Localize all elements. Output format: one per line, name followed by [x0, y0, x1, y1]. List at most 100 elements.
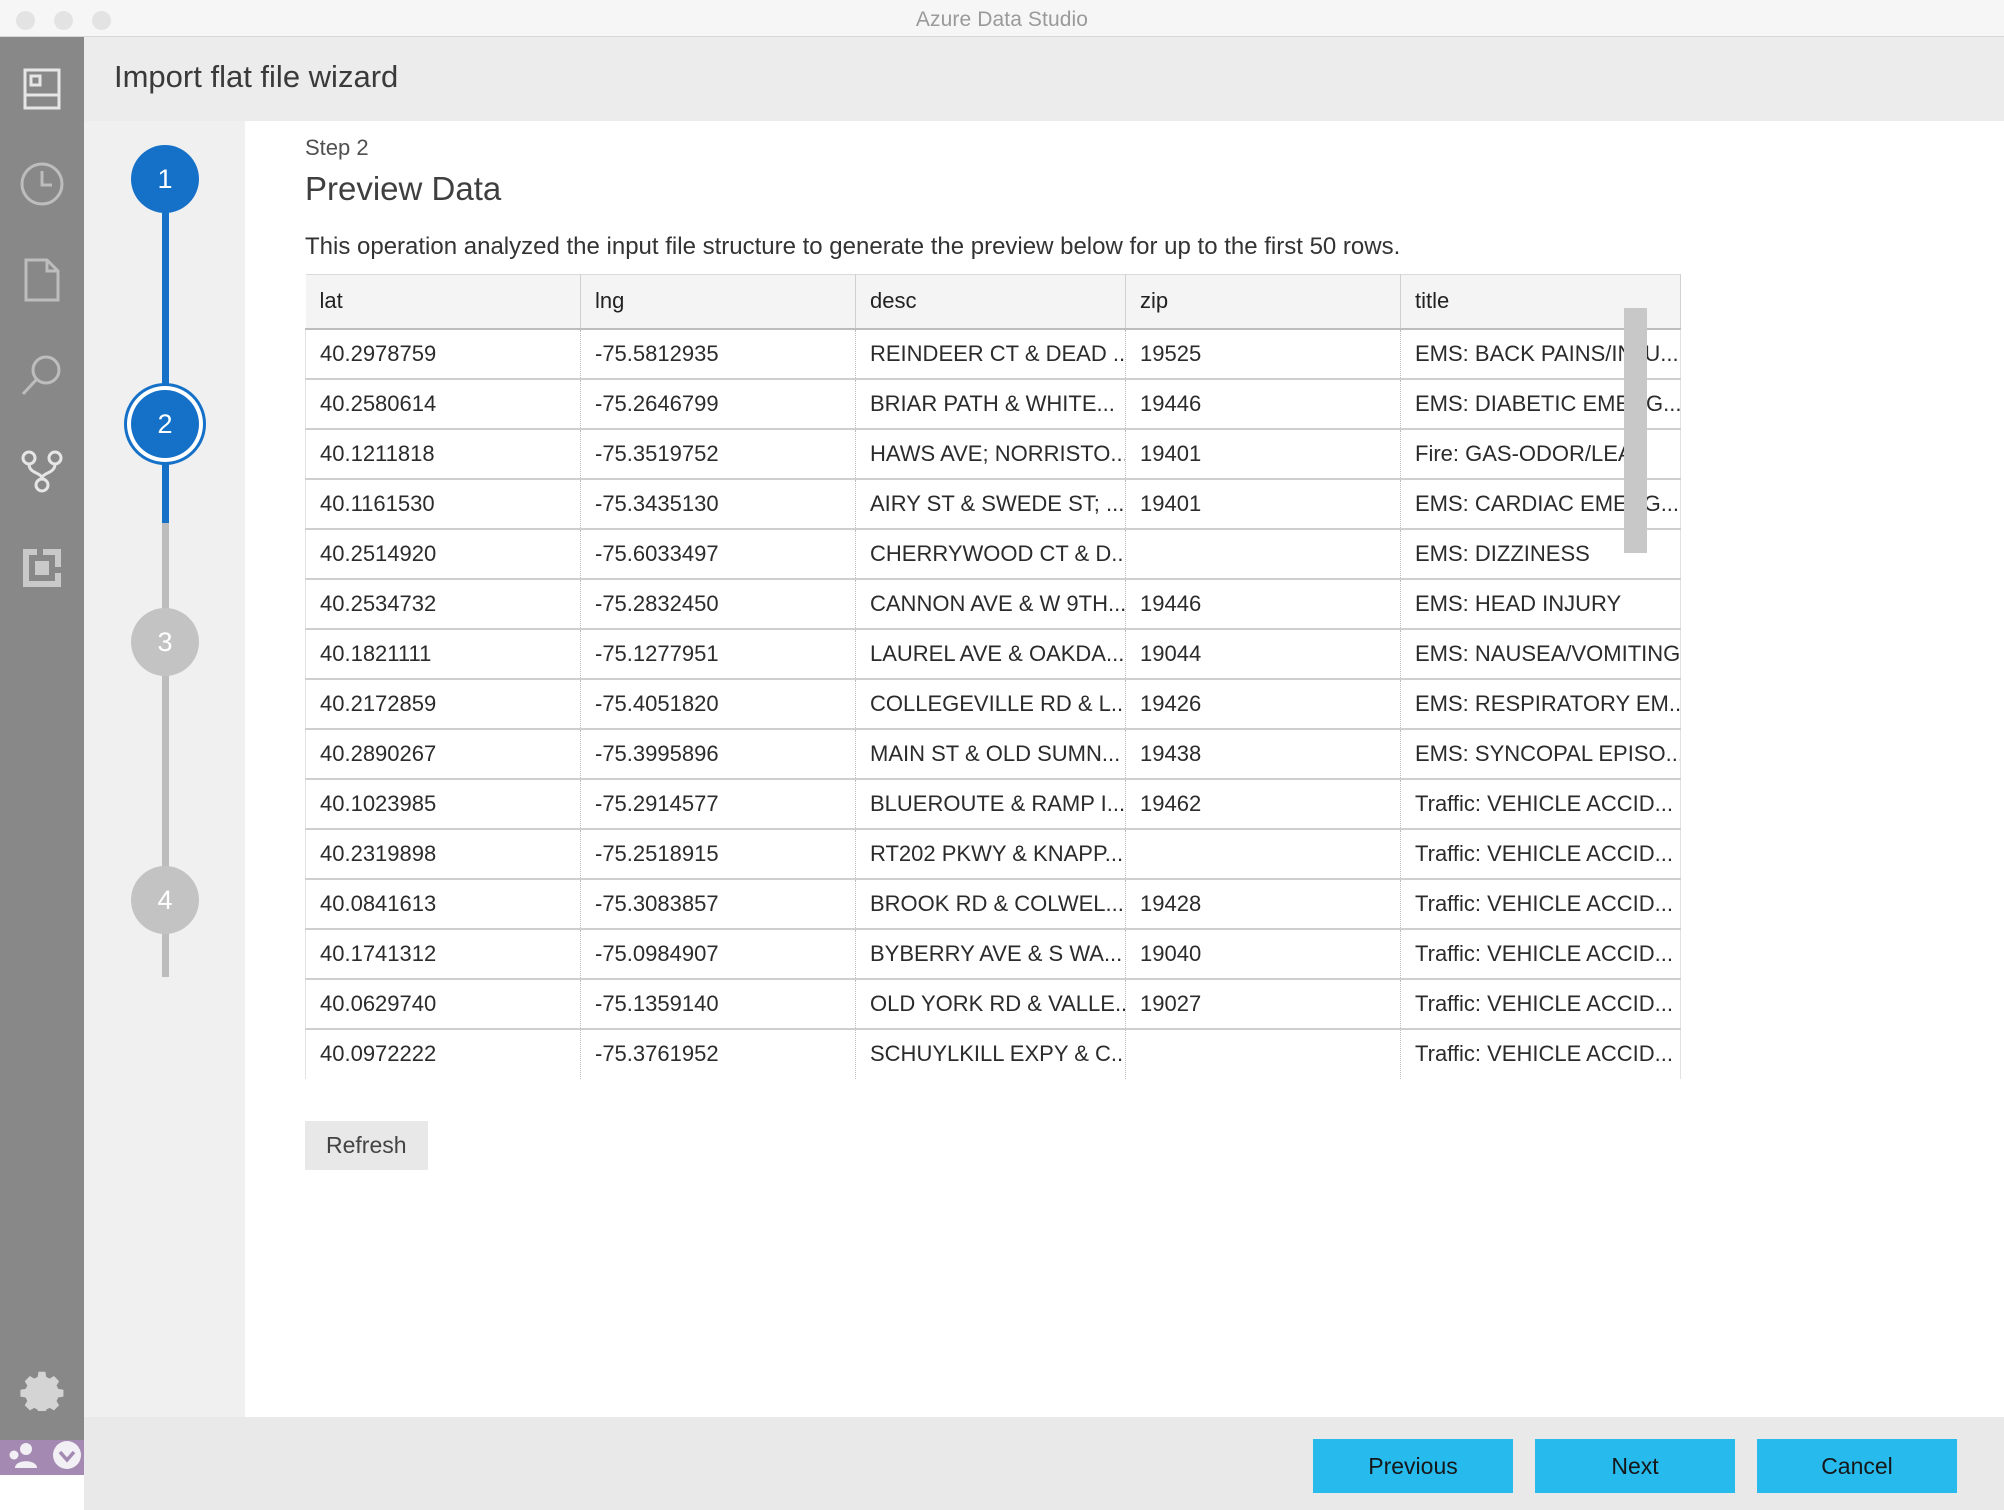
activity-item-extensions[interactable] — [0, 526, 84, 610]
table-row[interactable]: 40.1741312 -75.0984907 BYBERRY AVE & S WA.… — [305, 928, 1681, 980]
footer-button-group: Previous Next Cancel — [1313, 1439, 1957, 1493]
cell-zip: 19027 — [1125, 978, 1401, 1030]
cell-desc: SCHUYLKILL EXPY & C... — [855, 1028, 1126, 1079]
wizard-step-4[interactable]: 4 — [131, 866, 199, 934]
search-magnifier-icon — [19, 353, 65, 399]
cell-lat: 40.1821111 — [305, 628, 581, 680]
cell-desc: BROOK RD & COLWEL... — [855, 878, 1126, 930]
accounts-person-icon[interactable] — [8, 1442, 40, 1473]
cell-lat: 40.2172859 — [305, 678, 581, 730]
table-body: 40.2978759 -75.5812935 REINDEER CT & DEAD … — [305, 328, 1681, 1079]
cell-desc: COLLEGEVILLE RD & L... — [855, 678, 1126, 730]
cell-zip: 19401 — [1125, 478, 1401, 530]
title-bar: Azure Data Studio — [0, 0, 2004, 37]
cell-zip: 19462 — [1125, 778, 1401, 830]
table-row[interactable]: 40.2319898 -75.2518915 RT202 PKWY & KNAPP.… — [305, 828, 1681, 880]
cell-title: Traffic: VEHICLE ACCID... — [1400, 1028, 1681, 1079]
column-header-lat[interactable]: lat — [305, 274, 581, 330]
cell-lat: 40.2890267 — [305, 728, 581, 780]
column-header-desc[interactable]: desc — [855, 274, 1126, 330]
cell-lat: 40.0841613 — [305, 878, 581, 930]
table-row[interactable]: 40.0841613 -75.3083857 BROOK RD & COLWEL..… — [305, 878, 1681, 930]
table-row[interactable]: 40.1211818 -75.3519752 HAWS AVE; NORRISTO.… — [305, 428, 1681, 480]
table-row[interactable]: 40.2172859 -75.4051820 COLLEGEVILLE RD & L… — [305, 678, 1681, 730]
activity-item-notebooks[interactable] — [0, 238, 84, 322]
cell-zip: 19426 — [1125, 678, 1401, 730]
cell-desc: MAIN ST & OLD SUMN... — [855, 728, 1126, 780]
wizard-step-3[interactable]: 3 — [131, 608, 199, 676]
table-header-row: lat lng desc zip title — [305, 274, 1681, 330]
cell-desc: CHERRYWOOD CT & D... — [855, 528, 1126, 580]
cell-zip: 19446 — [1125, 578, 1401, 630]
activity-item-source-control[interactable] — [0, 430, 84, 514]
cell-zip: 19438 — [1125, 728, 1401, 780]
status-bar-accounts — [0, 1440, 84, 1475]
cell-zip — [1125, 1028, 1401, 1079]
cell-zip: 19401 — [1125, 428, 1401, 480]
table-row[interactable]: 40.2514920 -75.6033497 CHERRYWOOD CT & D..… — [305, 528, 1681, 580]
column-header-zip[interactable]: zip — [1125, 274, 1401, 330]
wizard-header: Import flat file wizard — [84, 37, 2004, 121]
wizard-step-4-number: 4 — [157, 884, 173, 915]
chevron-down-circle-icon[interactable] — [52, 1440, 82, 1475]
wizard-content-pane: Step 2 Preview Data This operation analy… — [245, 121, 2004, 1417]
servers-icon — [23, 68, 61, 110]
wizard-step-rail: 1 2 3 4 — [84, 121, 245, 1417]
table-row[interactable]: 40.1161530 -75.3435130 AIRY ST & SWEDE ST;… — [305, 478, 1681, 530]
history-clock-icon — [19, 161, 65, 207]
cell-lng: -75.4051820 — [580, 678, 856, 730]
cell-lat: 40.2514920 — [305, 528, 581, 580]
scrollbar-thumb[interactable] — [1624, 308, 1647, 553]
cell-lat: 40.2978759 — [305, 328, 581, 380]
activity-item-search[interactable] — [0, 334, 84, 418]
gear-icon — [20, 1367, 64, 1411]
cell-zip — [1125, 528, 1401, 580]
activity-item-settings[interactable] — [0, 1347, 84, 1431]
cell-zip: 19525 — [1125, 328, 1401, 380]
cell-desc: HAWS AVE; NORRISTO... — [855, 428, 1126, 480]
cell-lat: 40.2534732 — [305, 578, 581, 630]
cell-lng: -75.5812935 — [580, 328, 856, 380]
activity-item-history[interactable] — [0, 142, 84, 226]
table-row[interactable]: 40.2890267 -75.3995896 MAIN ST & OLD SUMN.… — [305, 728, 1681, 780]
extensions-icon — [21, 547, 63, 589]
previous-button[interactable]: Previous — [1313, 1439, 1513, 1493]
cancel-button[interactable]: Cancel — [1757, 1439, 1957, 1493]
table-row[interactable]: 40.1821111 -75.1277951 LAUREL AVE & OAKDA.… — [305, 628, 1681, 680]
git-branch-icon — [20, 450, 64, 494]
wizard-step-3-number: 3 — [157, 626, 173, 657]
cell-lng: -75.3083857 — [580, 878, 856, 930]
cell-lng: -75.3761952 — [580, 1028, 856, 1079]
refresh-button[interactable]: Refresh — [305, 1121, 428, 1170]
cell-lng: -75.2646799 — [580, 378, 856, 430]
cell-lat: 40.1023985 — [305, 778, 581, 830]
cell-lat: 40.0629740 — [305, 978, 581, 1030]
cell-desc: CANNON AVE & W 9TH... — [855, 578, 1126, 630]
wizard-step-2[interactable]: 2 — [131, 390, 199, 458]
step-label: Step 2 — [305, 135, 369, 160]
app-window: Azure Data Studio Import flat file wizar… — [0, 0, 2004, 1510]
wizard-title: Import flat file wizard — [114, 59, 399, 94]
cell-desc: RT202 PKWY & KNAPP... — [855, 828, 1126, 880]
preview-table: lat lng desc zip title 40.2978759 -75.581… — [305, 274, 1681, 1079]
cell-lng: -75.1359140 — [580, 978, 856, 1030]
table-row[interactable]: 40.1023985 -75.2914577 BLUEROUTE & RAMP I.… — [305, 778, 1681, 830]
cell-zip: 19428 — [1125, 878, 1401, 930]
preview-grid: lat lng desc zip title 40.2978759 -75.581… — [305, 274, 1681, 1079]
table-row[interactable]: 40.0629740 -75.1359140 OLD YORK RD & VALLE… — [305, 978, 1681, 1030]
preview-grid-scrollbar[interactable] — [1624, 274, 1647, 1009]
table-row[interactable]: 40.2534732 -75.2832450 CANNON AVE & W 9TH.… — [305, 578, 1681, 630]
wizard-step-1[interactable]: 1 — [131, 145, 199, 213]
cell-lat: 40.1161530 — [305, 478, 581, 530]
cell-zip — [1125, 828, 1401, 880]
table-row[interactable]: 40.2978759 -75.5812935 REINDEER CT & DEAD … — [305, 328, 1681, 380]
next-button[interactable]: Next — [1535, 1439, 1735, 1493]
activity-item-servers[interactable] — [0, 47, 84, 131]
table-row[interactable]: 40.0972222 -75.3761952 SCHUYLKILL EXPY & C… — [305, 1028, 1681, 1079]
wizard-body: 1 2 3 4 Step 2 Preview Data This operati… — [84, 121, 2004, 1417]
cell-lng: -75.3435130 — [580, 478, 856, 530]
cell-lng: -75.2518915 — [580, 828, 856, 880]
table-row[interactable]: 40.2580614 -75.2646799 BRIAR PATH & WHITE.… — [305, 378, 1681, 430]
column-header-lng[interactable]: lng — [580, 274, 856, 330]
cell-lng: -75.3519752 — [580, 428, 856, 480]
